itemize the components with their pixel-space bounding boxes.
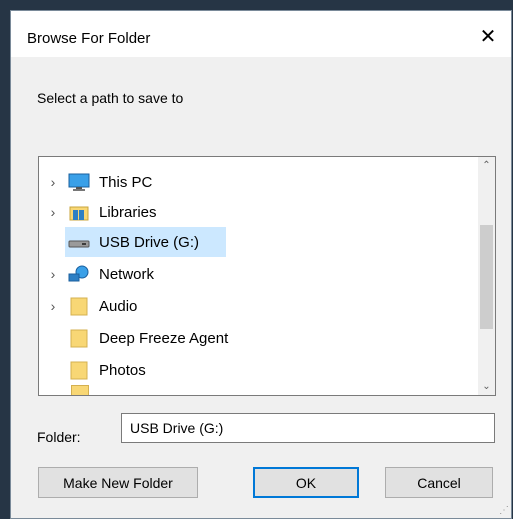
scroll-thumb[interactable] [480, 225, 493, 329]
folder-icon [67, 328, 91, 348]
folder-icon [67, 296, 91, 316]
background-app-strip [0, 0, 513, 10]
folder-label: Folder: [37, 429, 81, 445]
resize-grip-icon[interactable]: ⋰ [499, 505, 509, 516]
tree-item-libraries[interactable]: › Libraries [39, 197, 459, 227]
tree-item-usb-drive[interactable]: USB Drive (G:) [65, 227, 226, 257]
tree-item-label: Libraries [99, 203, 157, 221]
background-app-edge [0, 0, 10, 519]
tree-item-deep-freeze-agent[interactable]: Deep Freeze Agent [63, 323, 459, 353]
tree-item-label: Network [99, 265, 155, 283]
chevron-up-icon: ⌃ [482, 160, 491, 171]
chevron-right-icon[interactable]: › [43, 266, 63, 282]
computer-icon [67, 172, 91, 192]
tree-item-label: Deep Freeze Agent [99, 329, 229, 347]
chevron-right-icon[interactable]: › [43, 298, 63, 314]
dialog-prompt: Select a path to save to [37, 90, 184, 106]
dialog-title: Browse For Folder [27, 30, 151, 47]
browse-for-folder-dialog: Browse For Folder ✕ Select a path to sav… [10, 10, 512, 519]
network-icon [67, 264, 91, 284]
tree-item-label: USB Drive (G:) [99, 233, 200, 251]
close-icon: ✕ [479, 25, 497, 48]
tree-item-this-pc[interactable]: › This PC [39, 167, 459, 197]
scroll-down-button[interactable]: ⌄ [478, 378, 495, 395]
folder-icon [67, 360, 91, 380]
tree-item-label: Photos [99, 361, 146, 379]
ok-button[interactable]: OK [253, 467, 359, 498]
scroll-up-button[interactable]: ⌃ [478, 157, 495, 174]
usb-drive-icon [67, 232, 91, 252]
tree-item-audio[interactable]: › Audio [39, 291, 459, 321]
folder-icon [71, 385, 89, 395]
tree-item-label: This PC [99, 173, 153, 191]
chevron-right-icon[interactable]: › [43, 204, 63, 220]
chevron-right-icon[interactable]: › [43, 174, 63, 190]
close-button[interactable]: ✕ [471, 21, 505, 51]
cancel-button[interactable]: Cancel [385, 467, 493, 498]
chevron-down-icon: ⌄ [482, 381, 491, 392]
tree-scrollbar[interactable]: ⌃ ⌄ [478, 157, 495, 395]
tree-item-photos[interactable]: Photos [63, 355, 459, 385]
tree-item-label: Audio [99, 297, 138, 315]
make-new-folder-button[interactable]: Make New Folder [38, 467, 198, 498]
folder-tree[interactable]: › This PC › Libraries USB Drive (G:) › N… [38, 156, 496, 396]
libraries-icon [67, 202, 91, 222]
folder-input[interactable] [121, 413, 495, 443]
title-bar[interactable]: Browse For Folder ✕ [11, 11, 511, 57]
tree-item-network[interactable]: › Network [39, 259, 459, 289]
